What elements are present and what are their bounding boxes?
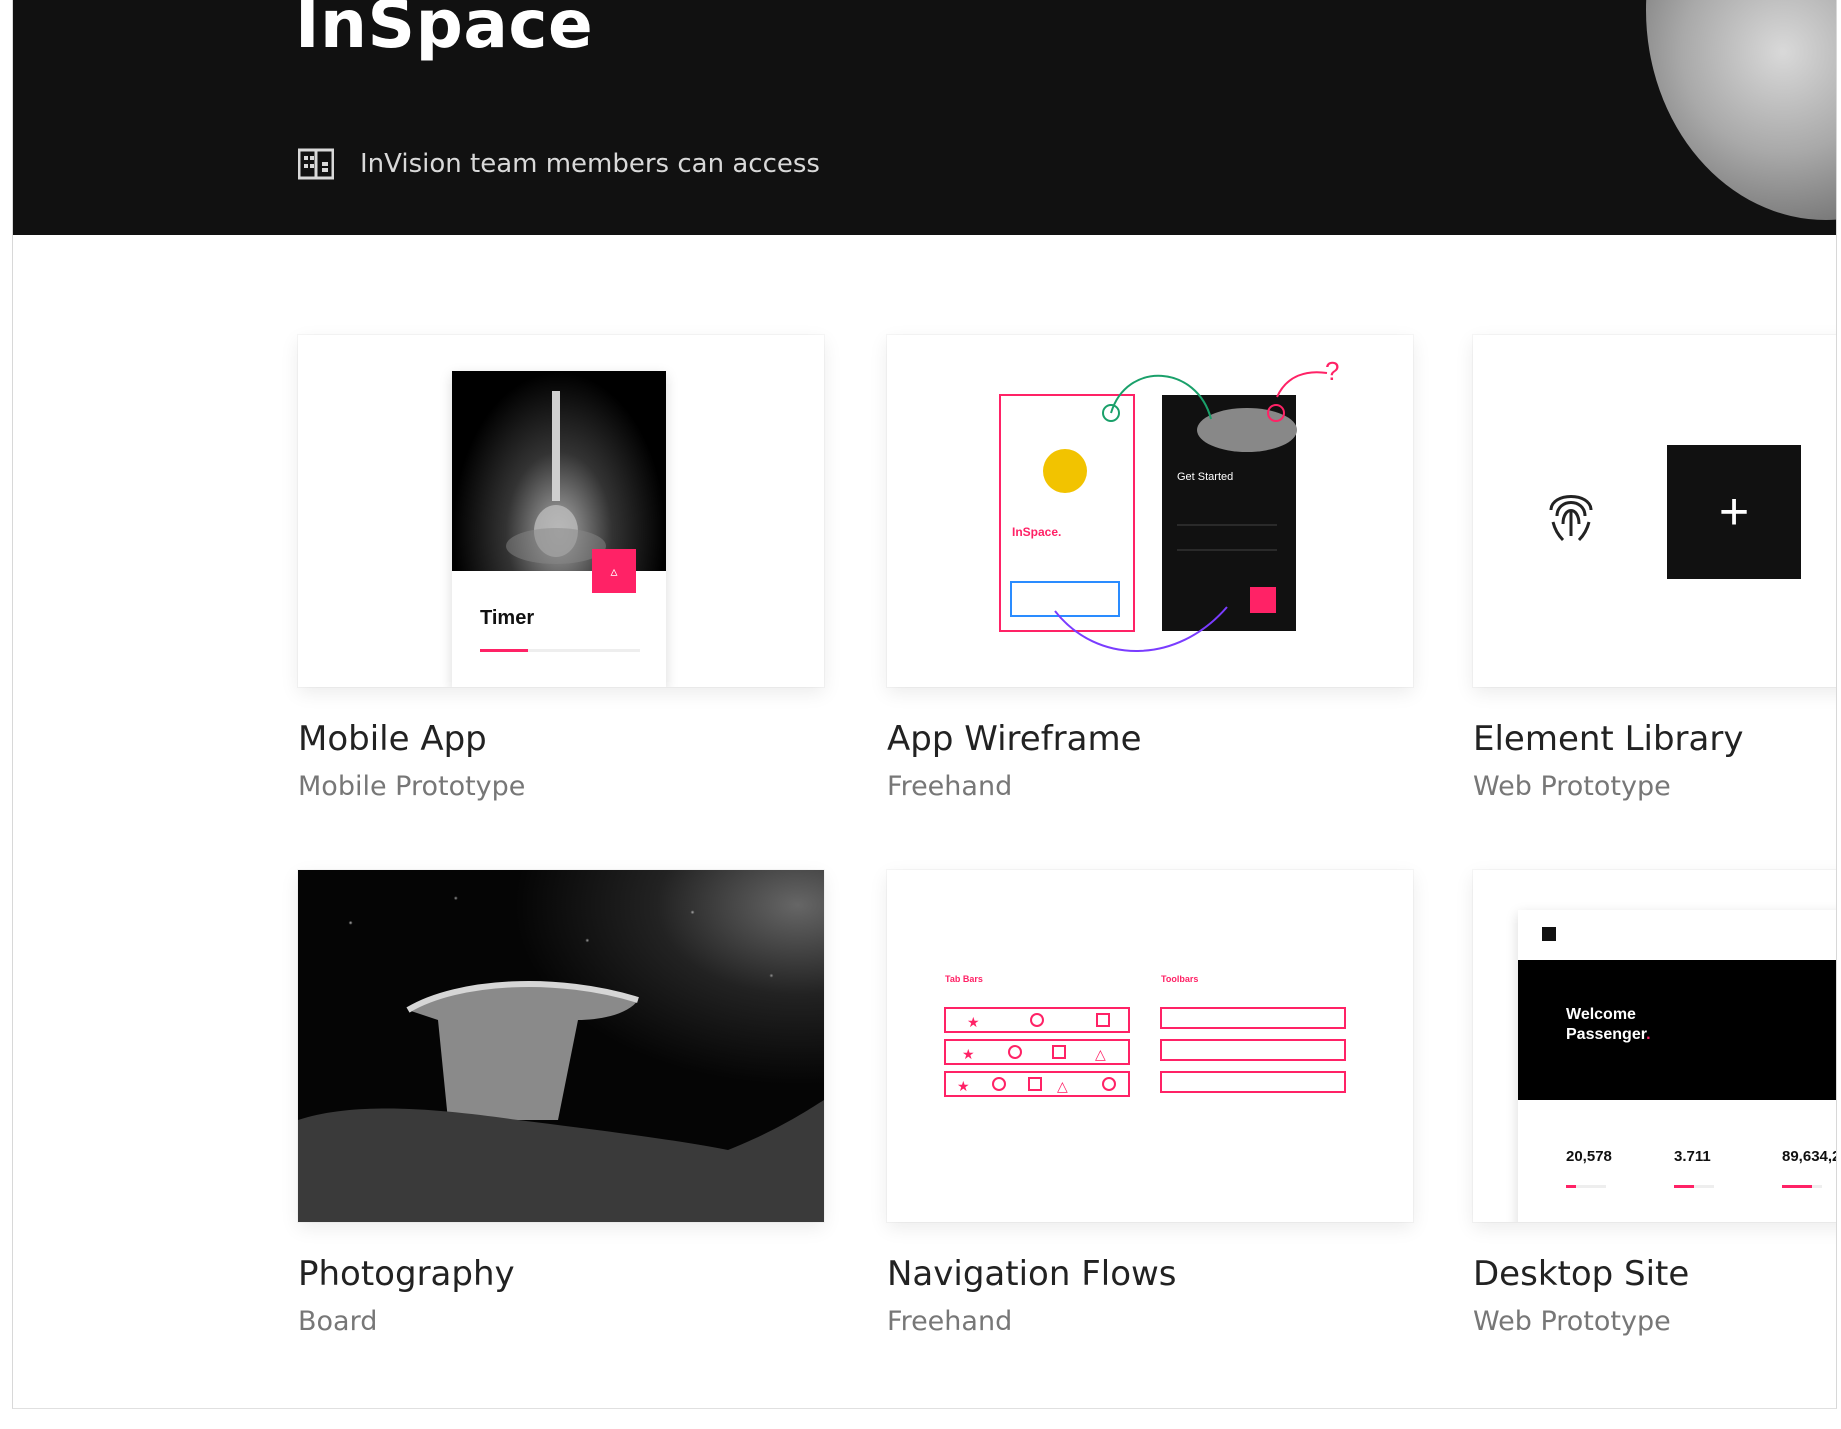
project-title[interactable]: Navigation Flows	[887, 1254, 1177, 1294]
project-title[interactable]: Mobile App	[298, 719, 487, 759]
timer-progress-fill	[480, 649, 528, 652]
svg-text:?: ?	[1325, 356, 1339, 386]
stat-item: 20,578	[1566, 1148, 1674, 1188]
rock-formation	[298, 980, 824, 1222]
project-type: Web Prototype	[1473, 1306, 1671, 1337]
timer-label: Timer	[480, 607, 535, 629]
project-thumbnail[interactable]	[298, 870, 824, 1222]
project-thumbnail[interactable]: ▵ Timer	[298, 335, 824, 687]
wireframe-sketch: InSpace. Get Started ?	[999, 356, 1339, 652]
site-hero-text: Welcome Passenger.	[1566, 1006, 1651, 1043]
stat-item: 3.711	[1674, 1148, 1782, 1188]
stat-value: 3.711	[1674, 1148, 1711, 1165]
space-title: InSpace	[295, 0, 594, 63]
project-title[interactable]: Element Library	[1473, 719, 1743, 759]
access-info: InVision team members can access	[298, 148, 820, 180]
timer-progress	[480, 649, 640, 652]
hero-line-2: Passenger	[1566, 1026, 1647, 1043]
project-type: Board	[298, 1306, 378, 1337]
project-title[interactable]: Photography	[298, 1254, 515, 1294]
svg-text:★: ★	[957, 1078, 970, 1094]
stat-progress	[1782, 1185, 1812, 1188]
moon-image	[1646, 0, 1836, 220]
project-thumbnail[interactable]: +	[1473, 335, 1836, 687]
rocket-icon	[506, 391, 606, 564]
access-text: InVision team members can access	[360, 149, 820, 179]
hero-line-1: Welcome	[1566, 1006, 1636, 1023]
project-type: Web Prototype	[1473, 771, 1671, 802]
stat-progress	[1566, 1185, 1576, 1188]
phone-mockup: ▵ Timer	[452, 371, 666, 687]
stat-progress	[1674, 1185, 1694, 1188]
alert-button: ▵	[592, 549, 636, 593]
site-stats: 20,578 3.711 89,634,2	[1566, 1148, 1837, 1188]
add-icon: +	[1667, 445, 1801, 579]
stat-value: 89,634,2	[1782, 1148, 1837, 1165]
projects-view: InSpace InVision team members can access	[12, 0, 1837, 1409]
fingerprint-icon	[1543, 482, 1599, 542]
project-type: Mobile Prototype	[298, 771, 526, 802]
rocket-image	[452, 371, 666, 571]
navigation-sketch: Tab Bars Toolbars ★ ★ △ ★ △	[944, 974, 1346, 1097]
svg-text:★: ★	[962, 1046, 975, 1062]
site-navbar	[1518, 910, 1836, 958]
stat-item: 89,634,2	[1782, 1148, 1837, 1188]
project-title[interactable]: Desktop Site	[1473, 1254, 1689, 1294]
stat-value: 20,578	[1566, 1148, 1612, 1165]
project-title[interactable]: App Wireframe	[887, 719, 1142, 759]
svg-text:★: ★	[967, 1014, 980, 1030]
site-logo-icon	[1542, 927, 1556, 941]
screen2-title: Get Started	[1177, 471, 1233, 483]
project-type: Freehand	[887, 771, 1013, 802]
screen1-title: InSpace.	[1012, 525, 1061, 539]
site-hero: Welcome Passenger.	[1518, 960, 1836, 1100]
project-thumbnail[interactable]: Welcome Passenger. 20,578 3.711 89,634,2	[1473, 870, 1837, 1222]
desktop-site-mockup: Welcome Passenger. 20,578 3.711 89,634,2	[1518, 910, 1837, 1222]
svg-text:△: △	[1057, 1078, 1068, 1094]
svg-text:△: △	[1095, 1046, 1106, 1062]
project-type: Freehand	[887, 1306, 1013, 1337]
space-header: InSpace InVision team members can access	[13, 0, 1836, 235]
project-thumbnail[interactable]: InSpace. Get Started ?	[887, 335, 1413, 687]
project-thumbnail[interactable]: Tab Bars Toolbars ★ ★ △ ★ △	[887, 870, 1413, 1222]
tab-bars-label: Tab Bars	[945, 974, 983, 984]
building-icon	[298, 148, 334, 180]
toolbars-label: Toolbars	[1161, 974, 1198, 984]
